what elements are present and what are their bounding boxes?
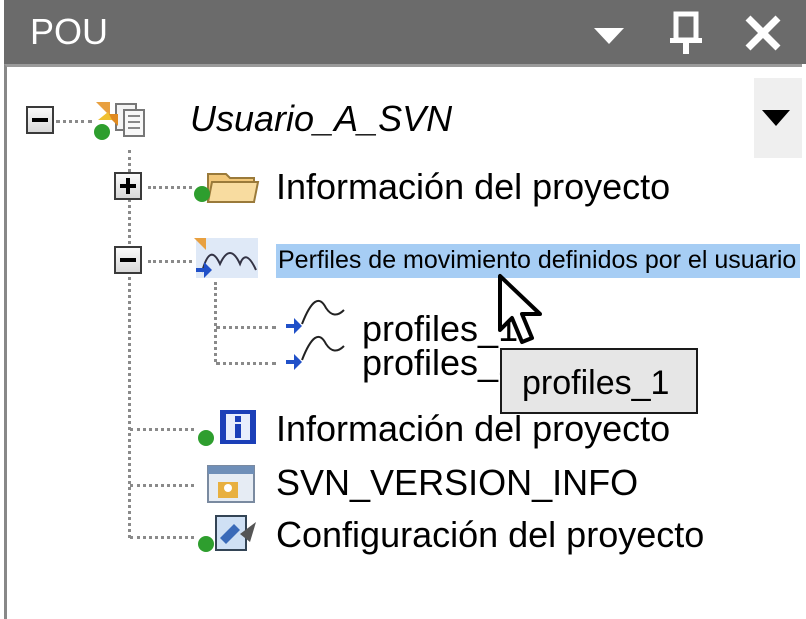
expand-project-info-toggle[interactable] [114,172,142,200]
folder-icon [190,162,260,218]
tree-item-label[interactable]: Información del proyecto [276,166,670,208]
minus-icon [32,118,48,122]
tree-item-label[interactable]: Configuración del proyecto [276,514,704,556]
tree-item-label[interactable]: SVN_VERSION_INFO [276,462,638,504]
tree-connector [214,282,217,362]
collapse-root-toggle[interactable] [26,106,54,134]
pin-icon [670,11,702,54]
info-icon [190,402,260,458]
motion-profile-icon [282,326,352,382]
svn-version-icon [190,458,260,514]
tree-connector [148,260,192,263]
tree-connector [216,326,276,329]
tree-connector [130,536,194,539]
tree-connector [216,362,276,365]
close-button[interactable] [738,8,788,56]
tree-root-label[interactable]: Usuario_A_SVN [190,98,452,140]
project-svn-icon [88,94,158,150]
triangle-down-icon [762,110,790,126]
plus-icon [120,178,136,194]
minus-icon [120,258,136,262]
close-icon [745,15,781,51]
tree-connector [56,120,92,123]
tree-connector [128,150,131,538]
tree-connector [148,186,192,189]
panel-menu-button[interactable] [584,8,634,56]
configuration-icon [190,508,260,564]
tree-connector [130,484,194,487]
tree-scroll-button[interactable] [754,78,802,158]
pou-panel-titlebar: POU [4,0,806,64]
panel-title: POU [30,11,109,52]
pin-button[interactable] [662,8,712,56]
collapse-motion-profiles-toggle[interactable] [114,246,142,274]
motion-profiles-icon [190,234,260,290]
chevron-down-icon [594,28,624,44]
tree-connector [130,428,194,431]
mouse-pointer-icon [498,274,542,344]
tooltip: profiles_1 [500,348,698,414]
